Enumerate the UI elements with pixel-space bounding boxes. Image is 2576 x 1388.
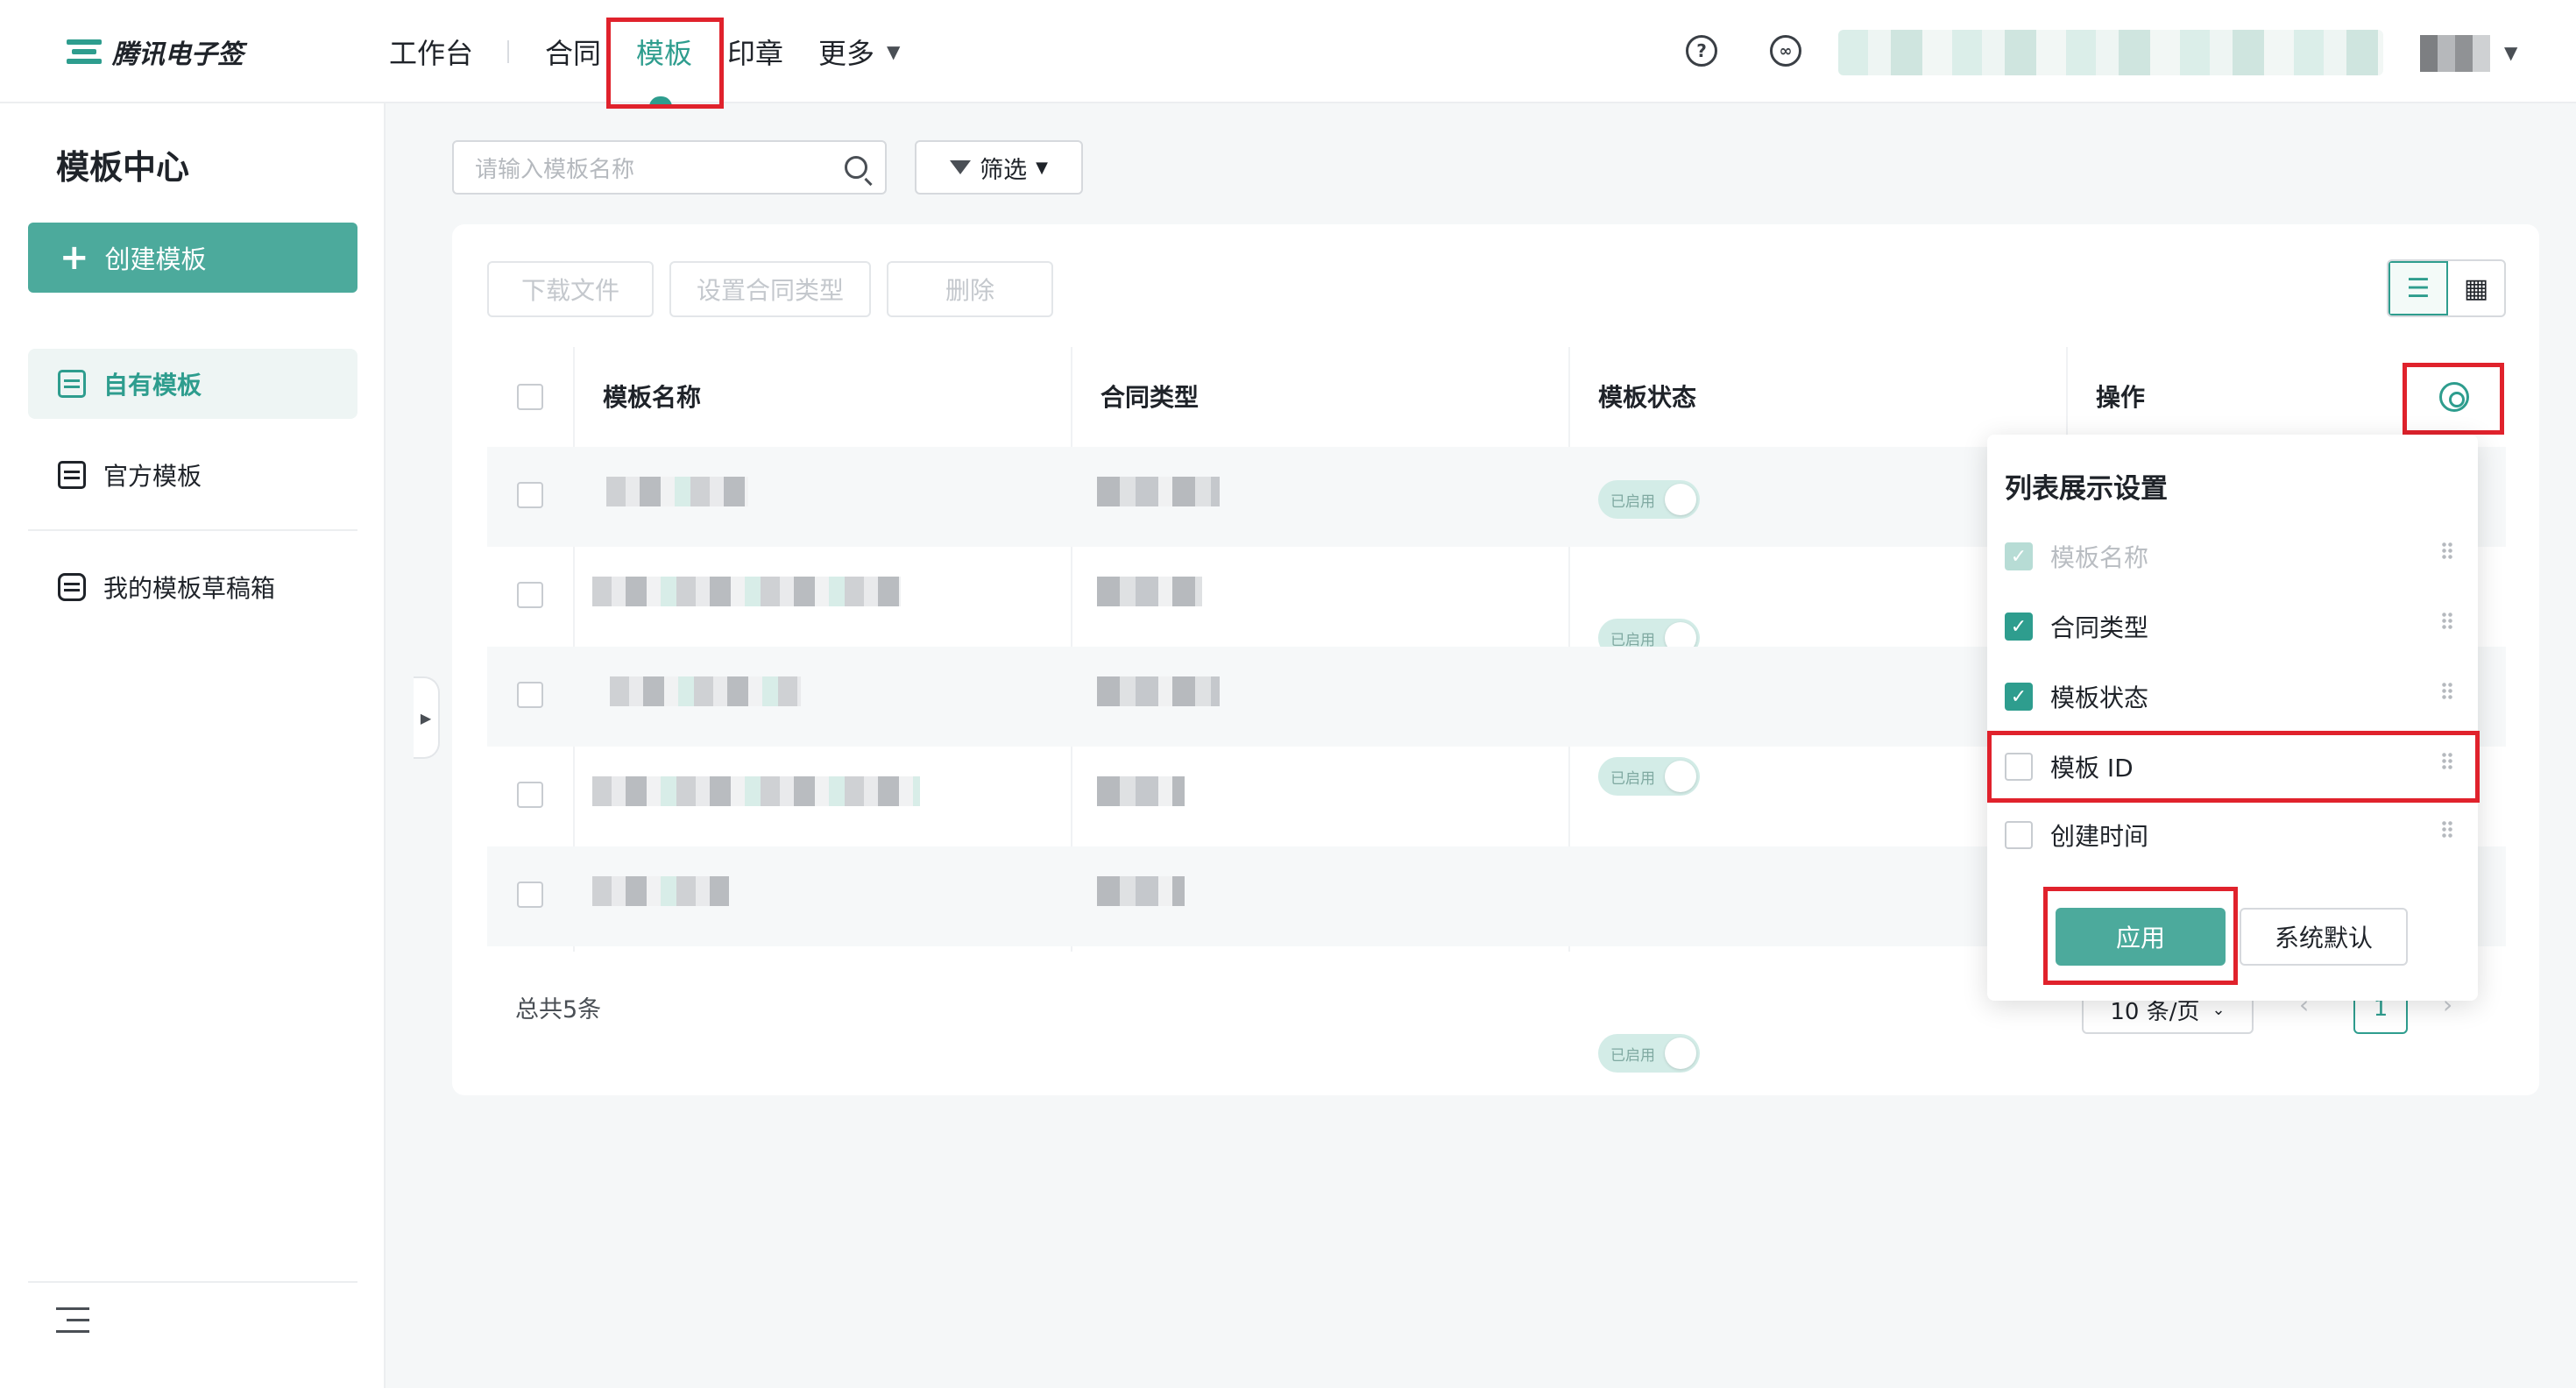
drag-handle-icon[interactable] xyxy=(2441,612,2453,631)
sidebar-item-own-templates[interactable]: 自有模板 xyxy=(28,349,357,419)
template-name-blurred xyxy=(592,776,920,806)
logo-icon xyxy=(67,38,102,66)
popup-title: 列表展示设置 xyxy=(2005,473,2168,505)
sidebar-item-official-templates[interactable]: 官方模板 xyxy=(28,440,357,510)
draft-box-icon xyxy=(58,573,86,601)
nav-workbench[interactable]: 工作台 xyxy=(389,32,473,72)
logo[interactable]: 腾讯电子签 xyxy=(67,33,244,70)
contract-type-blurred xyxy=(1097,876,1185,906)
option-label: 模板名称 xyxy=(2050,543,2149,572)
sidebar-expand-handle[interactable]: ▶ xyxy=(414,676,440,759)
logo-text: 腾讯电子签 xyxy=(112,39,244,70)
checkbox-checked-icon[interactable]: ✓ xyxy=(2005,683,2033,711)
chevron-down-icon: ⌄ xyxy=(2212,1000,2226,1019)
create-template-button[interactable]: + 创建模板 xyxy=(28,223,357,293)
row-checkbox[interactable] xyxy=(517,882,543,908)
option-template-name: ✓ 模板名称 xyxy=(2005,538,2148,575)
help-icon[interactable]: ? xyxy=(1686,35,1717,67)
column-header-type: 合同类型 xyxy=(1100,383,1200,412)
row-checkbox[interactable] xyxy=(517,582,543,608)
set-contract-type-button[interactable]: 设置合同类型 xyxy=(669,261,871,317)
column-header-name: 模板名称 xyxy=(603,383,702,412)
filter-button[interactable]: 筛选 ▼ xyxy=(915,140,1083,195)
row-checkbox[interactable] xyxy=(517,682,543,708)
row-checkbox[interactable] xyxy=(517,482,543,508)
nav-seal[interactable]: 印章 xyxy=(727,32,783,72)
template-list-icon xyxy=(58,370,86,398)
contract-type-blurred xyxy=(1097,776,1185,806)
nav-contract[interactable]: 合同 xyxy=(545,32,601,72)
highlight-box-settings xyxy=(2403,363,2504,435)
option-created-time[interactable]: 创建时间 xyxy=(2005,817,2148,853)
sidebar-divider xyxy=(28,1281,357,1283)
view-toggle: ☰ ▦ xyxy=(2387,259,2506,317)
nav-divider xyxy=(507,40,509,63)
highlight-box-template-id xyxy=(1987,731,2480,803)
nav-more-label: 更多 xyxy=(818,37,875,70)
search-placeholder: 请输入模板名称 xyxy=(475,156,635,183)
funnel-icon xyxy=(950,160,972,174)
nav-more[interactable]: 更多 ▼ xyxy=(818,32,900,72)
caret-down-icon: ▼ xyxy=(1036,158,1048,177)
contract-type-blurred xyxy=(1097,676,1220,706)
total-count: 总共5条 xyxy=(515,996,602,1023)
highlight-box-apply xyxy=(2043,887,2238,985)
collapse-menu-icon[interactable] xyxy=(56,1307,89,1334)
delete-button[interactable]: 删除 xyxy=(887,261,1053,317)
checkbox-checked-disabled-icon: ✓ xyxy=(2005,542,2033,570)
create-template-label: 创建模板 xyxy=(104,244,207,274)
list-view-icon[interactable]: ☰ xyxy=(2388,261,2448,315)
sidebar-item-label: 自有模板 xyxy=(103,371,202,400)
search-input[interactable]: 请输入模板名称 xyxy=(452,140,887,195)
option-label: 模板状态 xyxy=(2050,683,2149,712)
sidebar xyxy=(0,103,386,1388)
sidebar-title: 模板中心 xyxy=(56,148,190,187)
checkbox-unchecked-icon[interactable] xyxy=(2005,821,2033,849)
search-icon[interactable] xyxy=(845,156,867,179)
grid-view-icon[interactable]: ▦ xyxy=(2448,261,2504,315)
download-file-button[interactable]: 下载文件 xyxy=(487,261,654,317)
drag-handle-icon[interactable] xyxy=(2441,682,2453,701)
account-info-blurred xyxy=(1838,30,2383,75)
sidebar-item-label: 官方模板 xyxy=(103,462,202,491)
plus-icon: + xyxy=(60,237,89,278)
option-label: 合同类型 xyxy=(2050,613,2149,642)
status-toggle[interactable]: 已启用 xyxy=(1598,1034,1700,1073)
status-toggle[interactable]: 已启用 xyxy=(1598,480,1700,519)
option-label: 创建时间 xyxy=(2050,822,2149,851)
system-default-button[interactable]: 系统默认 xyxy=(2240,908,2408,966)
contract-type-blurred xyxy=(1097,577,1202,606)
column-header-status: 模板状态 xyxy=(1598,383,1697,412)
sidebar-divider xyxy=(28,529,357,531)
official-template-icon xyxy=(58,461,86,489)
option-template-status[interactable]: ✓ 模板状态 xyxy=(2005,678,2148,715)
column-header-action: 操作 xyxy=(2096,383,2146,412)
account-caret-icon[interactable]: ▼ xyxy=(2504,42,2517,63)
drag-handle-icon[interactable] xyxy=(2441,820,2453,839)
avatar[interactable] xyxy=(2420,35,2490,72)
template-name-blurred xyxy=(610,676,801,706)
link-icon[interactable]: ∞ xyxy=(1770,35,1801,67)
highlight-box-nav-template xyxy=(606,18,724,109)
template-name-blurred xyxy=(592,577,901,606)
caret-down-icon: ▼ xyxy=(887,41,901,62)
sidebar-item-label: 我的模板草稿箱 xyxy=(103,574,276,603)
template-name-blurred xyxy=(606,477,748,506)
filter-label: 筛选 xyxy=(980,156,1028,184)
checkbox-checked-icon[interactable]: ✓ xyxy=(2005,613,2033,641)
contract-type-blurred xyxy=(1097,477,1220,506)
sidebar-item-drafts[interactable]: 我的模板草稿箱 xyxy=(28,552,357,622)
template-name-blurred xyxy=(592,876,729,906)
select-all-checkbox[interactable] xyxy=(517,384,543,410)
option-contract-type[interactable]: ✓ 合同类型 xyxy=(2005,608,2148,645)
drag-handle-icon[interactable] xyxy=(2441,542,2453,561)
row-checkbox[interactable] xyxy=(517,782,543,808)
